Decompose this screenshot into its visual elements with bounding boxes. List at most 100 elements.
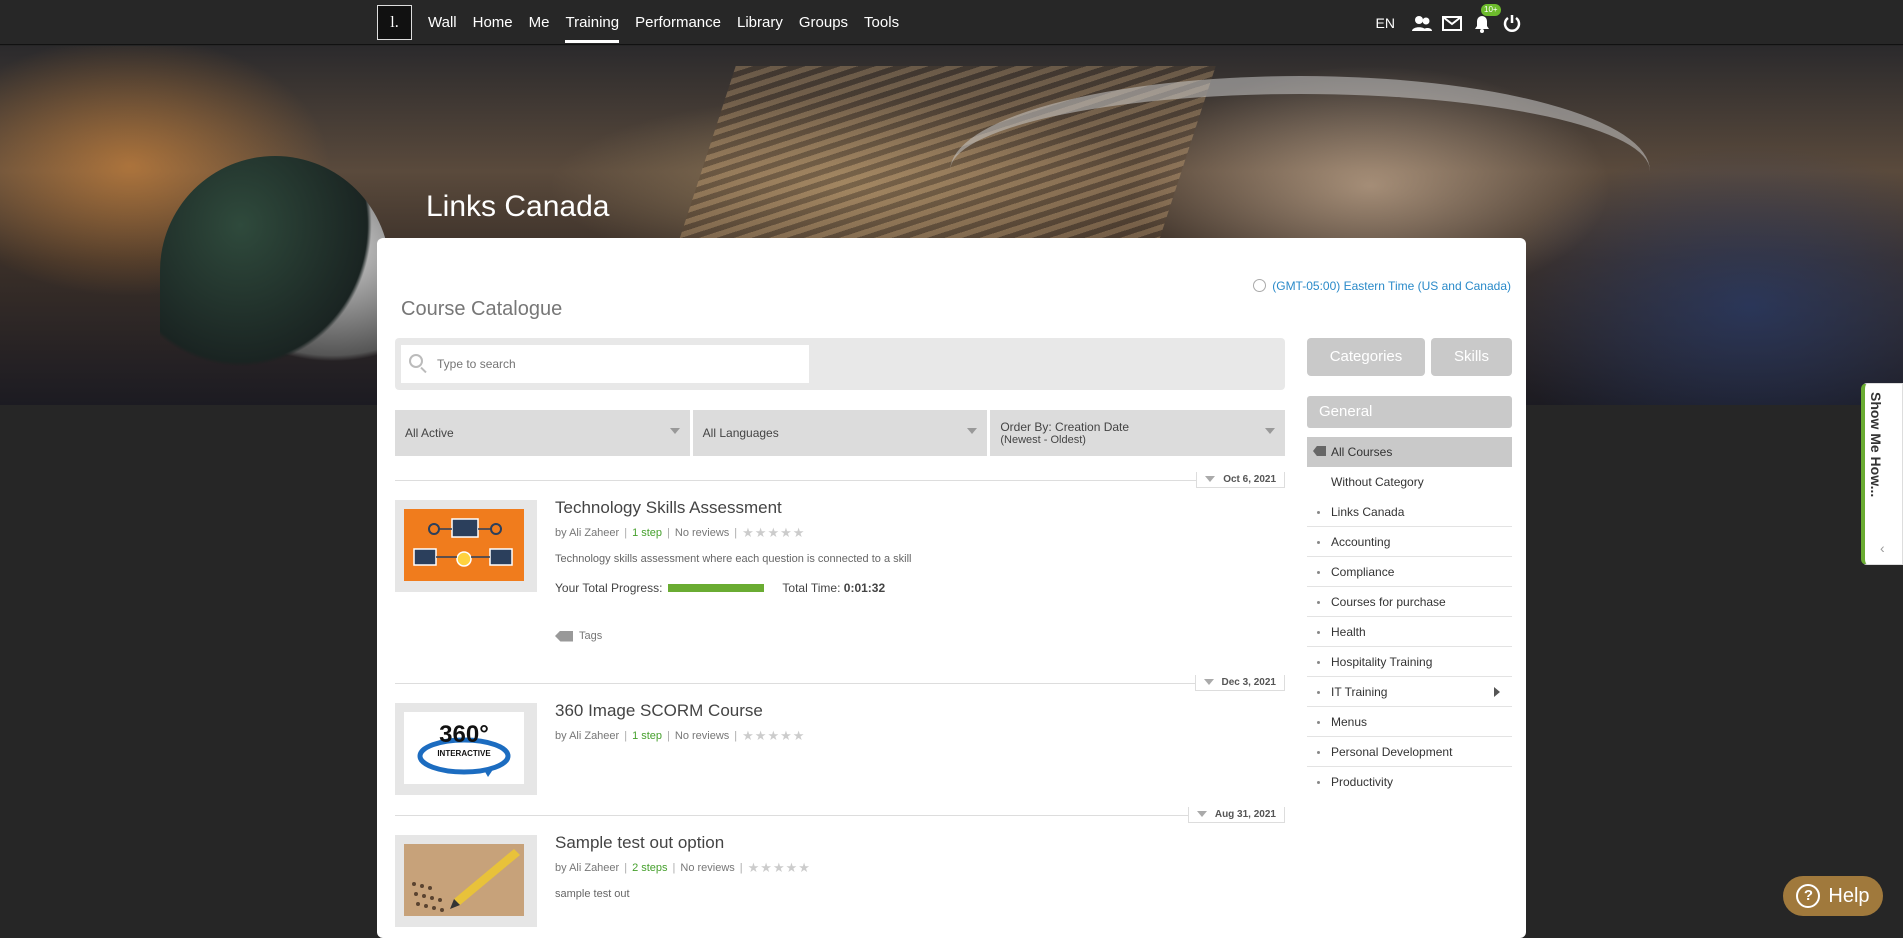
skills-button[interactable]: Skills bbox=[1431, 338, 1512, 376]
category-label: Menus bbox=[1331, 715, 1368, 729]
course-meta: by Ali Zaheer | 1 step | No reviews | ★★★★★ bbox=[555, 525, 806, 540]
category-hospitality-training[interactable]: Hospitality Training bbox=[1307, 647, 1512, 677]
order-by-value: Order By: Creation Date bbox=[1000, 420, 1130, 434]
category-without-category[interactable]: Without Category bbox=[1307, 467, 1512, 497]
progress-bar bbox=[668, 584, 765, 592]
course-date: Aug 31, 2021 bbox=[1187, 807, 1285, 823]
nav-me[interactable]: Me bbox=[521, 0, 558, 45]
course-steps: 1 step bbox=[632, 730, 663, 742]
360-interactive-image: 360° INTERACTIVE bbox=[404, 712, 524, 784]
power-icon[interactable] bbox=[1501, 12, 1523, 34]
nav-tools[interactable]: Tools bbox=[856, 0, 907, 45]
show-me-how-label: Show Me How... bbox=[1868, 392, 1884, 498]
top-navigation-bar: l. Wall Home Me Training Performance Lib… bbox=[0, 0, 1903, 45]
order-by-dropdown[interactable]: Order By: Creation Date (Newest - Oldest) bbox=[990, 410, 1286, 456]
course-author: by Ali Zaheer bbox=[555, 862, 620, 874]
category-health[interactable]: Health bbox=[1307, 617, 1512, 647]
date-divider: Dec 3, 2021 bbox=[395, 675, 1285, 691]
category-accounting[interactable]: Accounting bbox=[1307, 527, 1512, 557]
nav-groups[interactable]: Groups bbox=[791, 0, 856, 45]
status-filter-dropdown[interactable]: All Active bbox=[395, 410, 690, 456]
mail-icon[interactable] bbox=[1441, 12, 1463, 34]
show-me-how-tab[interactable]: Show Me How... ‹ bbox=[1861, 383, 1903, 565]
tech-illustration-image bbox=[404, 509, 524, 581]
search-icon bbox=[409, 354, 423, 368]
rating-stars-icon: ★★★★★ bbox=[747, 860, 811, 875]
nav-library[interactable]: Library bbox=[729, 0, 791, 45]
language-filter-dropdown[interactable]: All Languages bbox=[692, 410, 988, 456]
status-filter-value: All Active bbox=[405, 426, 454, 440]
category-productivity[interactable]: Productivity bbox=[1307, 767, 1512, 797]
globe-icon bbox=[1253, 279, 1267, 292]
category-list: All Courses Without Category Links Canad… bbox=[1307, 437, 1512, 797]
notification-badge: 10+ bbox=[1481, 3, 1501, 16]
hero-title: Links Canada bbox=[426, 190, 610, 223]
search-bar bbox=[395, 338, 1285, 390]
course-thumbnail[interactable]: 360° INTERACTIVE bbox=[395, 703, 537, 795]
test-sheet-image bbox=[404, 844, 524, 916]
catalogue-card: (GMT-05:00) Eastern Time (US and Canada)… bbox=[377, 238, 1526, 938]
total-time-value: 0:01:32 bbox=[843, 581, 886, 595]
general-header[interactable]: General bbox=[1307, 396, 1512, 428]
course-reviews: No reviews bbox=[674, 730, 730, 742]
course-title[interactable]: Sample test out option bbox=[555, 833, 724, 853]
course-progress-row: Your Total Progress: Total Time: 0:01:32 bbox=[555, 581, 885, 595]
category-links-canada[interactable]: Links Canada bbox=[1307, 497, 1512, 527]
thumb-text-interactive: INTERACTIVE bbox=[437, 749, 491, 758]
help-button[interactable]: ? Help bbox=[1783, 876, 1883, 916]
category-label: Productivity bbox=[1331, 775, 1394, 789]
course-thumbnail[interactable] bbox=[395, 835, 537, 927]
course-title[interactable]: Technology Skills Assessment bbox=[555, 498, 782, 518]
category-label: Courses for purchase bbox=[1331, 595, 1446, 609]
nav-training[interactable]: Training bbox=[557, 0, 627, 45]
category-courses-for-purchase[interactable]: Courses for purchase bbox=[1307, 587, 1512, 617]
course-author: by Ali Zaheer bbox=[555, 527, 620, 539]
course-meta: by Ali Zaheer | 1 step | No reviews | ★★★★★ bbox=[555, 728, 806, 743]
nav-performance[interactable]: Performance bbox=[627, 0, 729, 45]
hero-people-graphic bbox=[160, 156, 390, 386]
category-label: Without Category bbox=[1331, 475, 1424, 489]
users-icon[interactable] bbox=[1411, 12, 1433, 34]
category-personal-development[interactable]: Personal Development bbox=[1307, 737, 1512, 767]
category-it-training[interactable]: IT Training bbox=[1307, 677, 1512, 707]
category-compliance[interactable]: Compliance bbox=[1307, 557, 1512, 587]
course-date: Dec 3, 2021 bbox=[1194, 675, 1285, 691]
course-date: Oct 6, 2021 bbox=[1196, 472, 1285, 488]
rating-stars-icon: ★★★★★ bbox=[742, 525, 806, 540]
course-thumbnail[interactable] bbox=[395, 500, 537, 592]
total-time-label: Total Time: bbox=[782, 581, 841, 595]
nav-home[interactable]: Home bbox=[465, 0, 521, 45]
categories-button[interactable]: Categories bbox=[1307, 338, 1425, 376]
timezone-text: (GMT-05:00) Eastern Time (US and Canada) bbox=[1272, 279, 1511, 293]
category-label: Accounting bbox=[1331, 535, 1391, 549]
course-tags[interactable]: Tags bbox=[555, 630, 602, 642]
page-title: Course Catalogue bbox=[401, 298, 563, 320]
category-menus[interactable]: Menus bbox=[1307, 707, 1512, 737]
category-label: All Courses bbox=[1331, 445, 1393, 459]
notifications-icon[interactable]: 10+ bbox=[1471, 3, 1501, 34]
tags-label: Tags bbox=[579, 630, 603, 642]
progress-label: Your Total Progress: bbox=[555, 581, 663, 595]
language-selector[interactable]: EN bbox=[1376, 15, 1395, 31]
tag-icon bbox=[1313, 446, 1326, 456]
timezone-link[interactable]: (GMT-05:00) Eastern Time (US and Canada) bbox=[1253, 279, 1511, 293]
progress-fill bbox=[668, 584, 765, 592]
nav-wall[interactable]: Wall bbox=[420, 0, 465, 45]
app-logo[interactable]: l. bbox=[377, 5, 412, 40]
chevron-down-icon bbox=[967, 428, 978, 434]
category-label: Links Canada bbox=[1331, 505, 1405, 519]
category-label: Personal Development bbox=[1331, 745, 1453, 759]
date-divider: Aug 31, 2021 bbox=[395, 807, 1285, 823]
course-reviews: No reviews bbox=[674, 527, 730, 539]
tag-icon bbox=[555, 630, 573, 642]
course-steps: 2 steps bbox=[632, 862, 668, 874]
search-input[interactable] bbox=[401, 345, 809, 383]
filter-row: All Active All Languages Order By: Creat… bbox=[395, 410, 1286, 456]
chevron-right-icon[interactable] bbox=[1494, 687, 1500, 697]
chevron-down-icon bbox=[669, 428, 680, 434]
rating-stars-icon: ★★★★★ bbox=[742, 728, 806, 743]
question-icon: ? bbox=[1796, 884, 1821, 908]
category-all-courses[interactable]: All Courses bbox=[1307, 437, 1512, 467]
course-title[interactable]: 360 Image SCORM Course bbox=[555, 701, 763, 721]
thumb-text-360: 360° bbox=[439, 721, 489, 748]
